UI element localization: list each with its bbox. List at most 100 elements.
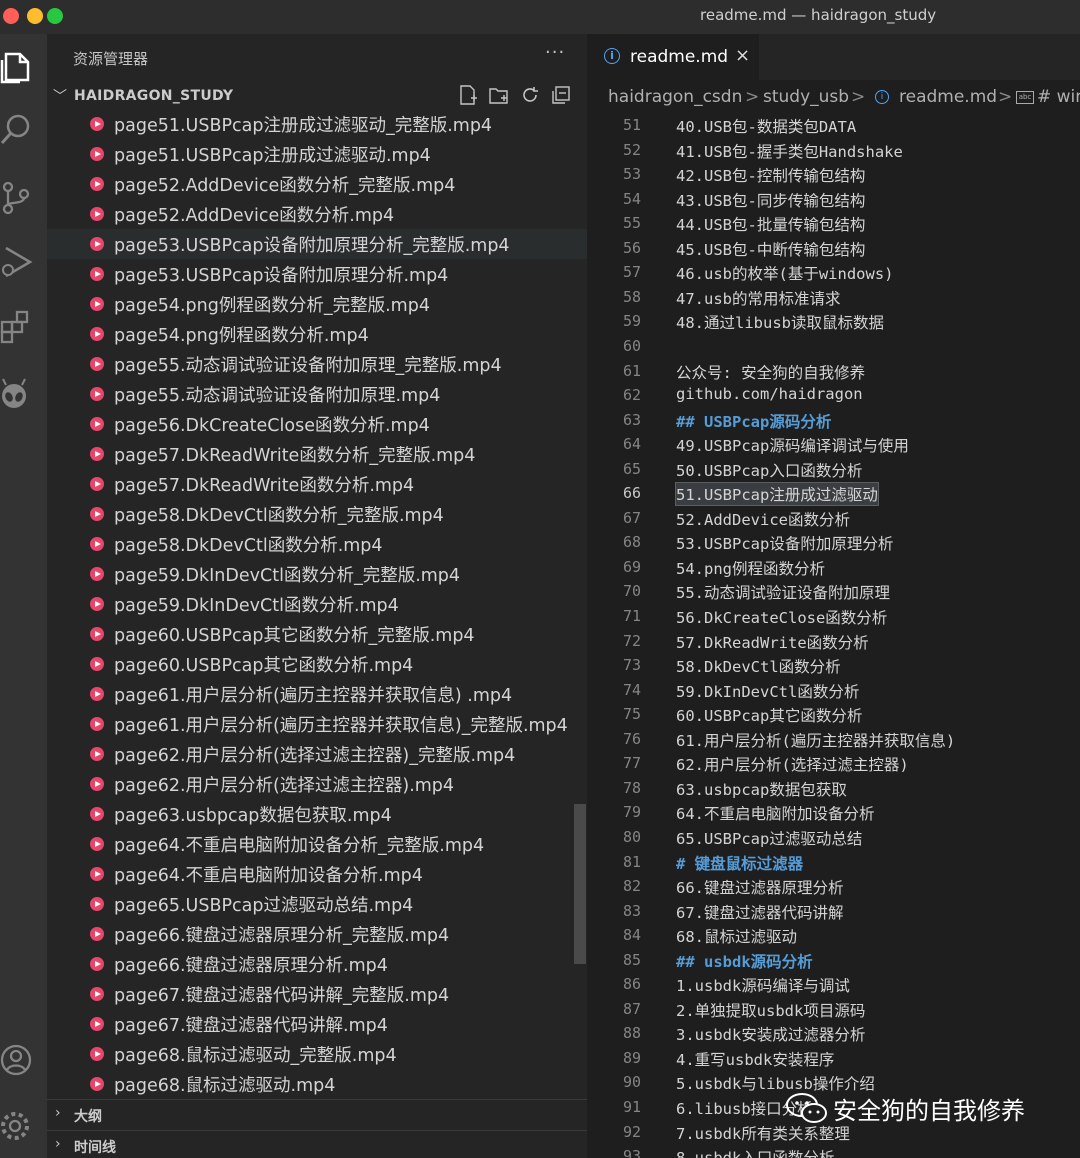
code-line[interactable]: 65 50.USBPcap入口函数分析 [587, 458, 1080, 483]
folder-header[interactable]: ﹀ HAIDRAGON_STUDY [47, 82, 587, 110]
file-item[interactable]: page65.USBPcap过滤驱动总结.mp4 [47, 889, 587, 919]
file-item[interactable]: page52.AddDevice函数分析_完整版.mp4 [47, 169, 587, 199]
code-line[interactable]: 69 54.png例程函数分析 [587, 556, 1080, 581]
file-item[interactable]: page63.usbpcap数据包获取.mp4 [47, 799, 587, 829]
more-actions-button[interactable]: ··· [545, 42, 565, 63]
code-line[interactable]: 74 59.DkInDevCtl函数分析 [587, 679, 1080, 704]
code-line[interactable]: 86 1.usbdk源码编译与调试 [587, 973, 1080, 998]
code-line[interactable]: 72 57.DkReadWrite函数分析 [587, 630, 1080, 655]
file-item[interactable]: page53.USBPcap设备附加原理分析_完整版.mp4 [47, 229, 587, 259]
breadcrumb-item[interactable]: readme.md [899, 87, 997, 107]
file-item[interactable]: page64.不重启电脑附加设备分析.mp4 [47, 859, 587, 889]
code-line[interactable]: 93 8.usbdk入口函数分析 [587, 1145, 1080, 1158]
code-line[interactable]: 85 ## usbdk源码分析 [587, 949, 1080, 974]
file-item[interactable]: page68.鼠标过滤驱动_完整版.mp4 [47, 1039, 587, 1069]
file-item[interactable]: page62.用户层分析(选择过滤主控器).mp4 [47, 769, 587, 799]
file-item[interactable]: page54.png例程函数分析_完整版.mp4 [47, 289, 587, 319]
timeline-section[interactable]: › 时间线 [47, 1130, 587, 1158]
video-file-icon [90, 417, 104, 431]
alien-icon[interactable] [0, 374, 40, 414]
file-item[interactable]: page64.不重启电脑附加设备分析_完整版.mp4 [47, 829, 587, 859]
sidebar-scrollbar[interactable] [574, 804, 586, 964]
file-item[interactable]: page66.键盘过滤器原理分析_完整版.mp4 [47, 919, 587, 949]
file-item[interactable]: page51.USBPcap注册成过滤驱动_完整版.mp4 [47, 110, 587, 139]
minimize-window-button[interactable] [27, 8, 43, 24]
file-item[interactable]: page67.键盘过滤器代码讲解_完整版.mp4 [47, 979, 587, 1009]
breadcrumb-item[interactable]: haidragon_csdn [608, 87, 742, 107]
code-line[interactable]: 51 40.USB包-数据类包DATA [587, 114, 1080, 139]
code-line[interactable]: 83 67.键盘过滤器代码讲解 [587, 900, 1080, 925]
refresh-icon[interactable] [519, 84, 541, 106]
zoom-window-button[interactable] [47, 8, 63, 24]
code-line[interactable]: 75 60.USBPcap其它函数分析 [587, 703, 1080, 728]
code-line[interactable]: 61 公众号: 安全狗的自我修养 [587, 360, 1080, 385]
new-folder-icon[interactable] [488, 84, 510, 106]
file-item[interactable]: page67.键盘过滤器代码讲解.mp4 [47, 1009, 587, 1039]
code-line[interactable]: 84 68.鼠标过滤驱动 [587, 924, 1080, 949]
code-line[interactable]: 80 65.USBPcap过滤驱动总结 [587, 826, 1080, 851]
file-item[interactable]: page57.DkReadWrite函数分析.mp4 [47, 469, 587, 499]
file-item[interactable]: page55.动态调试验证设备附加原理_完整版.mp4 [47, 349, 587, 379]
file-item[interactable]: page52.AddDevice函数分析.mp4 [47, 199, 587, 229]
extensions-icon[interactable] [0, 306, 40, 346]
code-line[interactable]: 82 66.键盘过滤器原理分析 [587, 875, 1080, 900]
file-item[interactable]: page60.USBPcap其它函数分析_完整版.mp4 [47, 619, 587, 649]
file-item[interactable]: page59.DkInDevCtl函数分析.mp4 [47, 589, 587, 619]
file-item[interactable]: page57.DkReadWrite函数分析_完整版.mp4 [47, 439, 587, 469]
close-tab-button[interactable]: × [735, 45, 750, 66]
file-item[interactable]: page60.USBPcap其它函数分析.mp4 [47, 649, 587, 679]
close-window-button[interactable] [3, 8, 19, 24]
code-line[interactable]: 88 3.usbdk安装成过滤器分析 [587, 1022, 1080, 1047]
file-item[interactable]: page66.键盘过滤器原理分析.mp4 [47, 949, 587, 979]
code-line[interactable]: 63 ## USBPcap源码分析 [587, 409, 1080, 434]
file-item[interactable]: page62.用户层分析(选择过滤主控器)_完整版.mp4 [47, 739, 587, 769]
code-line[interactable]: 56 45.USB包-中断传输包结构 [587, 237, 1080, 262]
source-control-icon[interactable] [0, 178, 40, 218]
account-icon[interactable] [0, 1040, 40, 1080]
code-line[interactable]: 58 47.usb的常用标准请求 [587, 286, 1080, 311]
file-item[interactable]: page54.png例程函数分析.mp4 [47, 319, 587, 349]
code-line[interactable]: 73 58.DkDevCtl函数分析 [587, 654, 1080, 679]
code-line[interactable]: 67 52.AddDevice函数分析 [587, 507, 1080, 532]
code-line[interactable]: 78 63.usbpcap数据包获取 [587, 777, 1080, 802]
code-line[interactable]: 79 64.不重启电脑附加设备分析 [587, 801, 1080, 826]
file-item[interactable]: page58.DkDevCtl函数分析.mp4 [47, 529, 587, 559]
file-item[interactable]: page58.DkDevCtl函数分析_完整版.mp4 [47, 499, 587, 529]
tab-readme[interactable]: i readme.md × [587, 34, 759, 80]
file-item[interactable]: page61.用户层分析(遍历主控器并获取信息) .mp4 [47, 679, 587, 709]
files-icon[interactable] [0, 46, 40, 86]
code-line[interactable]: 70 55.动态调试验证设备附加原理 [587, 580, 1080, 605]
code-line[interactable]: 81 # 键盘鼠标过滤器 [587, 851, 1080, 876]
settings-gear-icon[interactable] [0, 1106, 40, 1146]
breadcrumb-item[interactable]: study_usb [763, 87, 849, 107]
code-line[interactable]: 66 51.USBPcap注册成过滤驱动 [587, 482, 1080, 507]
code-line[interactable]: 52 41.USB包-握手类包Handshake [587, 139, 1080, 164]
code-line[interactable]: 76 61.用户层分析(遍历主控器并获取信息) [587, 728, 1080, 753]
code-line[interactable]: 59 48.通过libusb读取鼠标数据 [587, 310, 1080, 335]
code-line[interactable]: 71 56.DkCreateClose函数分析 [587, 605, 1080, 630]
run-debug-icon[interactable] [0, 242, 40, 282]
code-line[interactable]: 53 42.USB包-控制传输包结构 [587, 163, 1080, 188]
code-line[interactable]: 77 62.用户层分析(选择过滤主控器) [587, 752, 1080, 777]
collapse-all-icon[interactable] [550, 84, 572, 106]
file-item[interactable]: page55.动态调试验证设备附加原理.mp4 [47, 379, 587, 409]
breadcrumb-item[interactable]: # win [1037, 87, 1080, 107]
code-line[interactable]: 64 49.USBPcap源码编译调试与使用 [587, 433, 1080, 458]
code-line[interactable]: 57 46.usb的枚举(基于windows) [587, 261, 1080, 286]
outline-section[interactable]: › 大纲 [47, 1099, 587, 1130]
new-file-icon[interactable] [457, 84, 479, 106]
file-item[interactable]: page59.DkInDevCtl函数分析_完整版.mp4 [47, 559, 587, 589]
code-line[interactable]: 89 4.重写usbdk安装程序 [587, 1047, 1080, 1072]
file-item[interactable]: page56.DkCreateClose函数分析.mp4 [47, 409, 587, 439]
code-line[interactable]: 55 44.USB包-批量传输包结构 [587, 212, 1080, 237]
code-line[interactable]: 87 2.单独提取usbdk项目源码 [587, 998, 1080, 1023]
file-item[interactable]: page53.USBPcap设备附加原理分析.mp4 [47, 259, 587, 289]
file-item[interactable]: page51.USBPcap注册成过滤驱动.mp4 [47, 139, 587, 169]
search-icon[interactable] [0, 110, 40, 150]
file-item[interactable]: page68.鼠标过滤驱动.mp4 [47, 1069, 587, 1099]
code-line[interactable]: 62 github.com/haidragon [587, 384, 1080, 409]
code-line[interactable]: 60 [587, 335, 1080, 360]
code-line[interactable]: 68 53.USBPcap设备附加原理分析 [587, 531, 1080, 556]
file-item[interactable]: page61.用户层分析(遍历主控器并获取信息)_完整版.mp4 [47, 709, 587, 739]
code-line[interactable]: 54 43.USB包-同步传输包结构 [587, 188, 1080, 213]
